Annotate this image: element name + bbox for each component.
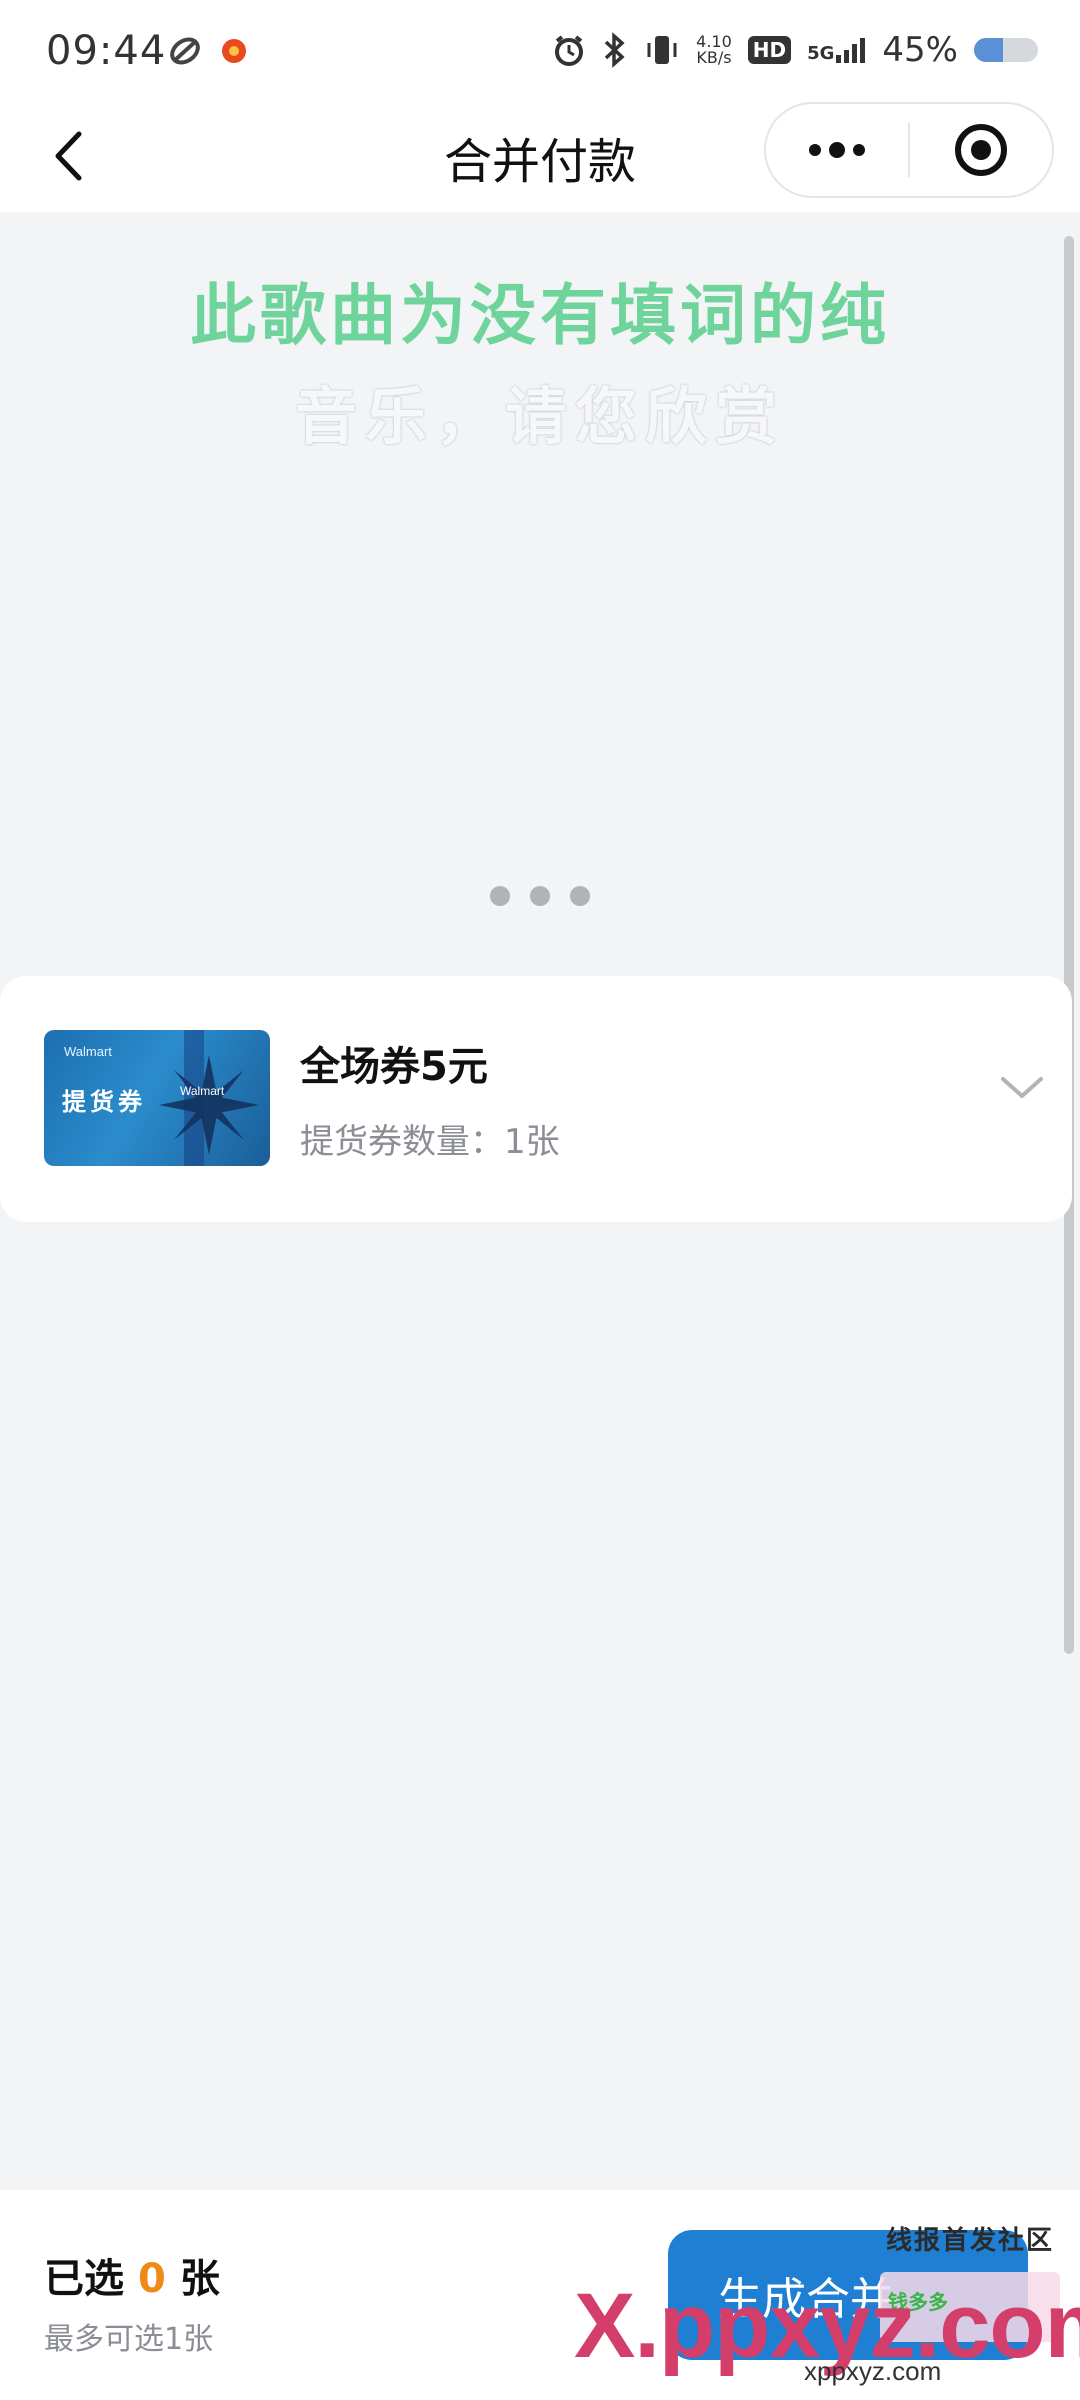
battery-icon: [974, 38, 1038, 62]
loading-dot: [490, 886, 510, 906]
selected-suffix: 张: [179, 2256, 220, 2302]
voucher-card[interactable]: Walmart 提货券 Walmart 全场券5元 提货券数量：1张: [0, 976, 1072, 1222]
bluetooth-icon: [604, 32, 625, 68]
battery-fill: [974, 38, 1003, 62]
battery-text: 45%: [882, 30, 958, 70]
scrollbar[interactable]: [1064, 236, 1074, 1654]
expand-button[interactable]: [992, 1058, 1052, 1118]
loading-dot: [570, 886, 590, 906]
nav-bar: 合并付款: [0, 100, 1080, 212]
voucher-title: 全场券5元: [300, 1044, 488, 1090]
signal-group: 5G: [807, 37, 866, 63]
selected-summary: 已选 0 张: [44, 2246, 220, 2304]
status-bar: 09:44 4.10 KB/s HD 5G 45%: [0, 0, 1080, 100]
mini-program-capsule: [764, 102, 1054, 198]
status-right: 4.10 KB/s HD 5G 45%: [552, 30, 1038, 70]
vibrate-icon: [647, 36, 677, 64]
hd-badge: HD: [747, 36, 792, 64]
loading-indicator: [0, 886, 1080, 906]
selected-prefix: 已选: [44, 2256, 124, 2302]
status-left-icons: [168, 34, 248, 68]
thumb-brand: Walmart: [64, 1044, 112, 1059]
selected-count: 0: [138, 2256, 166, 2302]
thumb-brand-secondary: Walmart: [180, 1084, 225, 1098]
status-time: 09:44: [46, 28, 167, 74]
net-speed: 4.10 KB/s: [696, 32, 732, 67]
watermark-community: 线报首发社区: [886, 2226, 1055, 2256]
more-button[interactable]: [766, 104, 908, 196]
watermark-sub: xppxyz.com: [804, 2356, 942, 2386]
notification-app-icon: [222, 39, 246, 63]
sync-icon: [170, 37, 200, 65]
more-dots-icon: [809, 142, 865, 158]
chevron-down-icon: [1001, 1077, 1043, 1098]
thumb-label: 提货券: [62, 1088, 146, 1116]
lyrics-line-2: 音乐，请您欣赏: [294, 380, 785, 453]
target-close-icon: [955, 124, 1007, 176]
alarm-icon: [555, 35, 584, 66]
loading-dot: [530, 886, 550, 906]
max-select-hint: 最多可选1张: [44, 2322, 214, 2357]
network-type: 5G: [807, 43, 835, 64]
signal-icon: [836, 38, 866, 63]
close-button[interactable]: [910, 104, 1052, 196]
lyrics-line-1: 此歌曲为没有填词的纯: [190, 277, 890, 354]
voucher-count: 提货券数量：1张: [300, 1122, 560, 1162]
gift-bow-icon: [159, 1055, 259, 1155]
voucher-thumbnail: Walmart 提货券 Walmart: [44, 1030, 270, 1166]
